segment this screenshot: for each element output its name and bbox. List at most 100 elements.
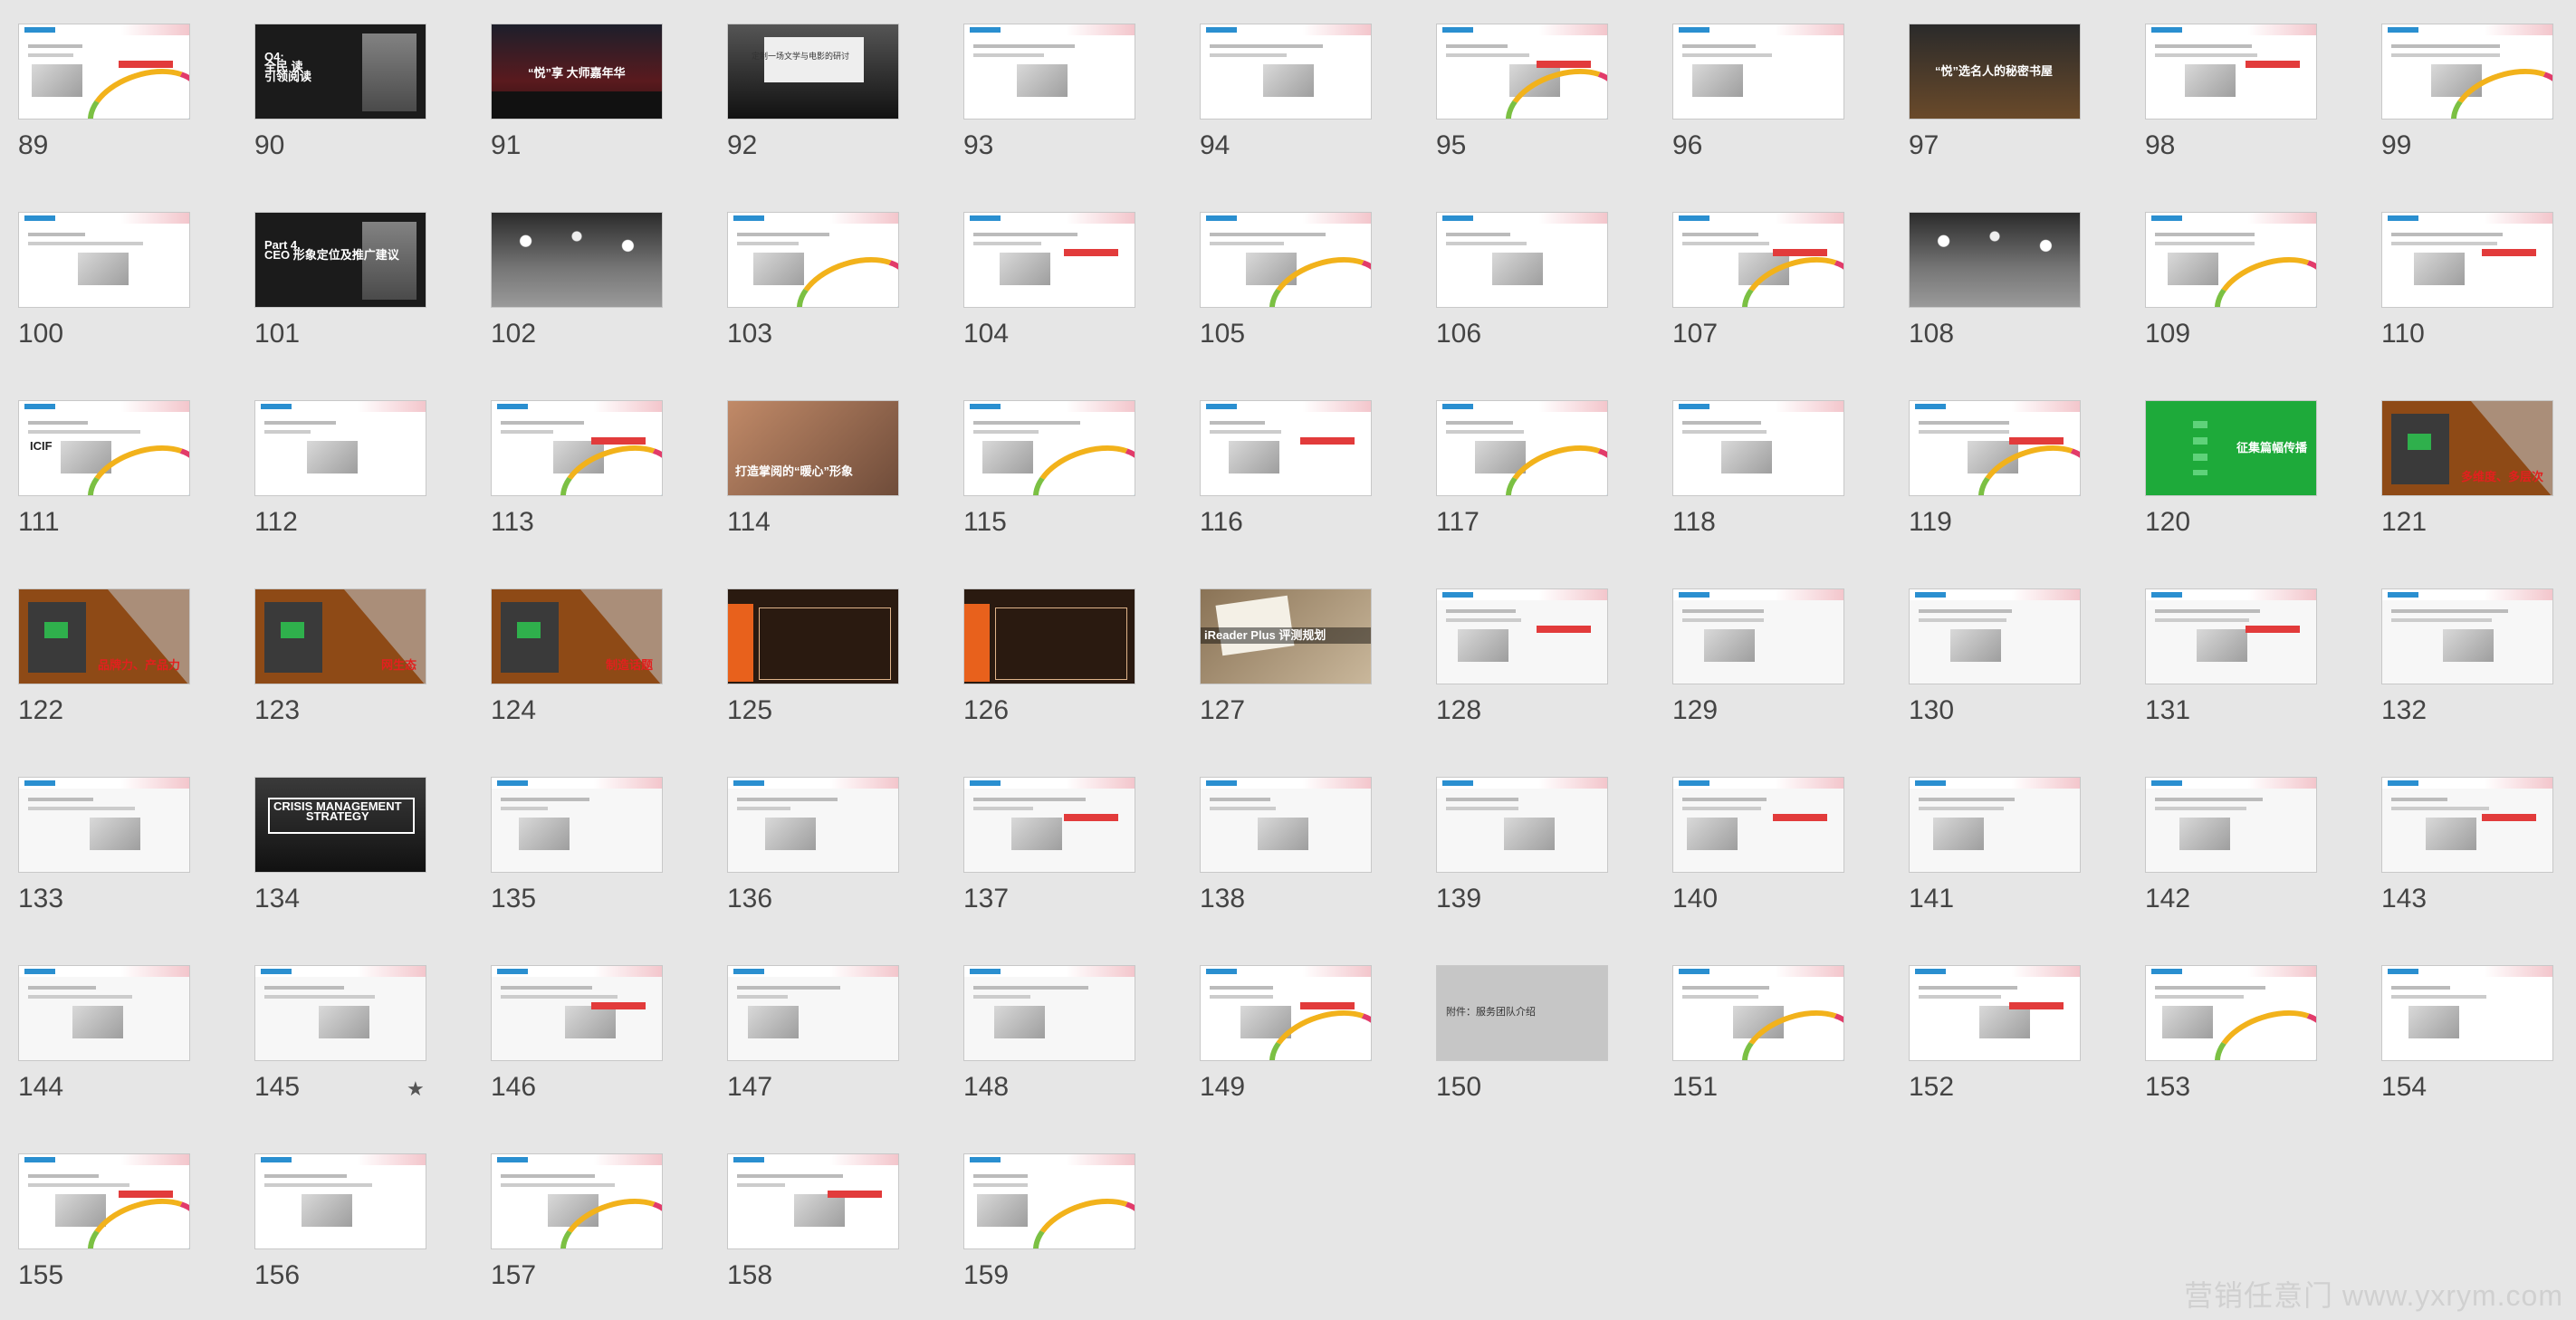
slide-thumbnail[interactable] xyxy=(1436,400,1608,496)
slide-thumbnail[interactable] xyxy=(1200,400,1372,496)
slide-thumbnail-cell[interactable]: 137 xyxy=(963,777,1135,913)
slide-thumbnail[interactable] xyxy=(727,212,899,308)
slide-thumbnail[interactable] xyxy=(1672,965,1844,1061)
slide-thumbnail[interactable] xyxy=(2381,588,2553,684)
slide-thumbnail[interactable] xyxy=(254,965,426,1061)
slide-thumbnail[interactable]: 定制一场文学与电影的研讨 xyxy=(727,24,899,120)
slide-thumbnail[interactable] xyxy=(1672,24,1844,120)
slide-thumbnail-cell[interactable]: 135 xyxy=(491,777,663,913)
slide-thumbnail-cell[interactable]: “悦”享 大师嘉年华 91 xyxy=(491,24,663,160)
slide-thumbnail-cell[interactable]: 100 xyxy=(18,212,190,349)
slide-thumbnail[interactable] xyxy=(2145,965,2317,1061)
slide-thumbnail-cell[interactable]: 93 xyxy=(963,24,1135,160)
slide-thumbnail-cell[interactable]: 打造掌阅的“暖心”形象 114 xyxy=(727,400,899,537)
slide-thumbnail[interactable] xyxy=(1436,777,1608,873)
slide-thumbnail[interactable] xyxy=(2145,24,2317,120)
slide-thumbnail[interactable]: Q4: 全民 读 引领阅读 xyxy=(254,24,426,120)
slide-thumbnail[interactable] xyxy=(963,588,1135,684)
slide-thumbnail[interactable]: CRISIS MANAGEMENT STRATEGY xyxy=(254,777,426,873)
slide-thumbnail-cell[interactable]: 102 xyxy=(491,212,663,349)
slide-thumbnail[interactable] xyxy=(1909,400,2081,496)
slide-thumbnail-cell[interactable]: 109 xyxy=(2145,212,2317,349)
slide-thumbnail[interactable] xyxy=(727,965,899,1061)
slide-thumbnail[interactable] xyxy=(963,24,1135,120)
slide-thumbnail-cell[interactable]: 159 xyxy=(963,1153,1135,1290)
slide-thumbnail-cell[interactable]: 108 xyxy=(1909,212,2081,349)
slide-thumbnail[interactable] xyxy=(491,777,663,873)
slide-thumbnail[interactable] xyxy=(1200,24,1372,120)
slide-thumbnail[interactable]: iReader Plus 评测规划 xyxy=(1200,588,1372,684)
slide-thumbnail-cell[interactable]: 132 xyxy=(2381,588,2553,725)
slide-thumbnail-cell[interactable]: 128 xyxy=(1436,588,1608,725)
slide-thumbnail[interactable]: “悦”选名人的秘密书屋 xyxy=(1909,24,2081,120)
slide-thumbnail-cell[interactable]: 94 xyxy=(1200,24,1372,160)
slide-thumbnail-cell[interactable]: 156 xyxy=(254,1153,426,1290)
slide-thumbnail-cell[interactable]: 征集篇幅传播 120 xyxy=(2145,400,2317,537)
slide-thumbnail-cell[interactable]: 多维度、多层次 121 xyxy=(2381,400,2553,537)
slide-thumbnail[interactable] xyxy=(1909,212,2081,308)
slide-thumbnail-cell[interactable]: 113 xyxy=(491,400,663,537)
slide-thumbnail[interactable] xyxy=(727,588,899,684)
slide-thumbnail-cell[interactable]: 148 xyxy=(963,965,1135,1102)
slide-thumbnail[interactable] xyxy=(254,1153,426,1249)
slide-thumbnail-cell[interactable]: 网生态 123 xyxy=(254,588,426,725)
slide-thumbnail-cell[interactable]: ICIF 111 xyxy=(18,400,190,537)
slide-thumbnail[interactable] xyxy=(18,777,190,873)
slide-thumbnail-cell[interactable]: 140 xyxy=(1672,777,1844,913)
slide-thumbnail-cell[interactable]: 152 xyxy=(1909,965,2081,1102)
slide-thumbnail-cell[interactable]: 138 xyxy=(1200,777,1372,913)
slide-thumbnail[interactable] xyxy=(18,965,190,1061)
slide-thumbnail[interactable] xyxy=(1909,588,2081,684)
slide-thumbnail-cell[interactable]: 98 xyxy=(2145,24,2317,160)
slide-thumbnail-cell[interactable]: 106 xyxy=(1436,212,1608,349)
slide-thumbnail[interactable] xyxy=(1436,212,1608,308)
slide-thumbnail[interactable]: Part 4. CEO 形象定位及推广建议 xyxy=(254,212,426,308)
slide-thumbnail-cell[interactable]: 品牌力、产品力 122 xyxy=(18,588,190,725)
slide-thumbnail-cell[interactable]: 143 xyxy=(2381,777,2553,913)
slide-thumbnail-cell[interactable]: 136 xyxy=(727,777,899,913)
slide-thumbnail[interactable] xyxy=(727,1153,899,1249)
slide-thumbnail-cell[interactable]: 158 xyxy=(727,1153,899,1290)
slide-thumbnail[interactable] xyxy=(1672,212,1844,308)
slide-thumbnail[interactable] xyxy=(2145,777,2317,873)
slide-thumbnail[interactable] xyxy=(18,212,190,308)
slide-thumbnail-cell[interactable]: 157 xyxy=(491,1153,663,1290)
slide-thumbnail[interactable]: 网生态 xyxy=(254,588,426,684)
slide-thumbnail-cell[interactable]: 153 xyxy=(2145,965,2317,1102)
slide-thumbnail-cell[interactable]: 119 xyxy=(1909,400,2081,537)
slide-thumbnail-cell[interactable]: 130 xyxy=(1909,588,2081,725)
slide-thumbnail-cell[interactable]: “悦”选名人的秘密书屋 97 xyxy=(1909,24,2081,160)
slide-thumbnail[interactable] xyxy=(1909,965,2081,1061)
slide-thumbnail-cell[interactable]: 125 xyxy=(727,588,899,725)
slide-thumbnail-cell[interactable]: 147 xyxy=(727,965,899,1102)
slide-thumbnail[interactable] xyxy=(963,777,1135,873)
slide-thumbnail-cell[interactable]: 99 xyxy=(2381,24,2553,160)
slide-thumbnail[interactable]: 附件：服务团队介绍 xyxy=(1436,965,1608,1061)
slide-thumbnail[interactable] xyxy=(2381,24,2553,120)
slide-thumbnail[interactable] xyxy=(18,24,190,120)
slide-thumbnail[interactable] xyxy=(18,1153,190,1249)
slide-thumbnail[interactable] xyxy=(1436,24,1608,120)
slide-thumbnail-cell[interactable]: 131 xyxy=(2145,588,2317,725)
slide-thumbnail[interactable] xyxy=(1672,400,1844,496)
slide-thumbnail[interactable] xyxy=(1200,777,1372,873)
slide-thumbnail-cell[interactable]: 142 xyxy=(2145,777,2317,913)
slide-thumbnail[interactable] xyxy=(963,400,1135,496)
slide-thumbnail[interactable] xyxy=(2381,212,2553,308)
slide-thumbnail-cell[interactable]: 151 xyxy=(1672,965,1844,1102)
slide-thumbnail-cell[interactable]: 145 ★ xyxy=(254,965,426,1102)
slide-thumbnail[interactable] xyxy=(727,777,899,873)
slide-thumbnail[interactable]: ICIF xyxy=(18,400,190,496)
slide-thumbnail[interactable] xyxy=(491,212,663,308)
slide-thumbnail[interactable] xyxy=(963,965,1135,1061)
slide-thumbnail-cell[interactable]: 103 xyxy=(727,212,899,349)
slide-thumbnail-cell[interactable]: 105 xyxy=(1200,212,1372,349)
slide-thumbnail-cell[interactable]: 144 xyxy=(18,965,190,1102)
slide-thumbnail-cell[interactable]: 104 xyxy=(963,212,1135,349)
slide-thumbnail-cell[interactable]: 154 xyxy=(2381,965,2553,1102)
slide-thumbnail[interactable]: 打造掌阅的“暖心”形象 xyxy=(727,400,899,496)
slide-thumbnail-cell[interactable]: 146 xyxy=(491,965,663,1102)
slide-thumbnail[interactable]: 制造话题 xyxy=(491,588,663,684)
slide-thumbnail-cell[interactable]: 107 xyxy=(1672,212,1844,349)
slide-thumbnail[interactable] xyxy=(1200,212,1372,308)
